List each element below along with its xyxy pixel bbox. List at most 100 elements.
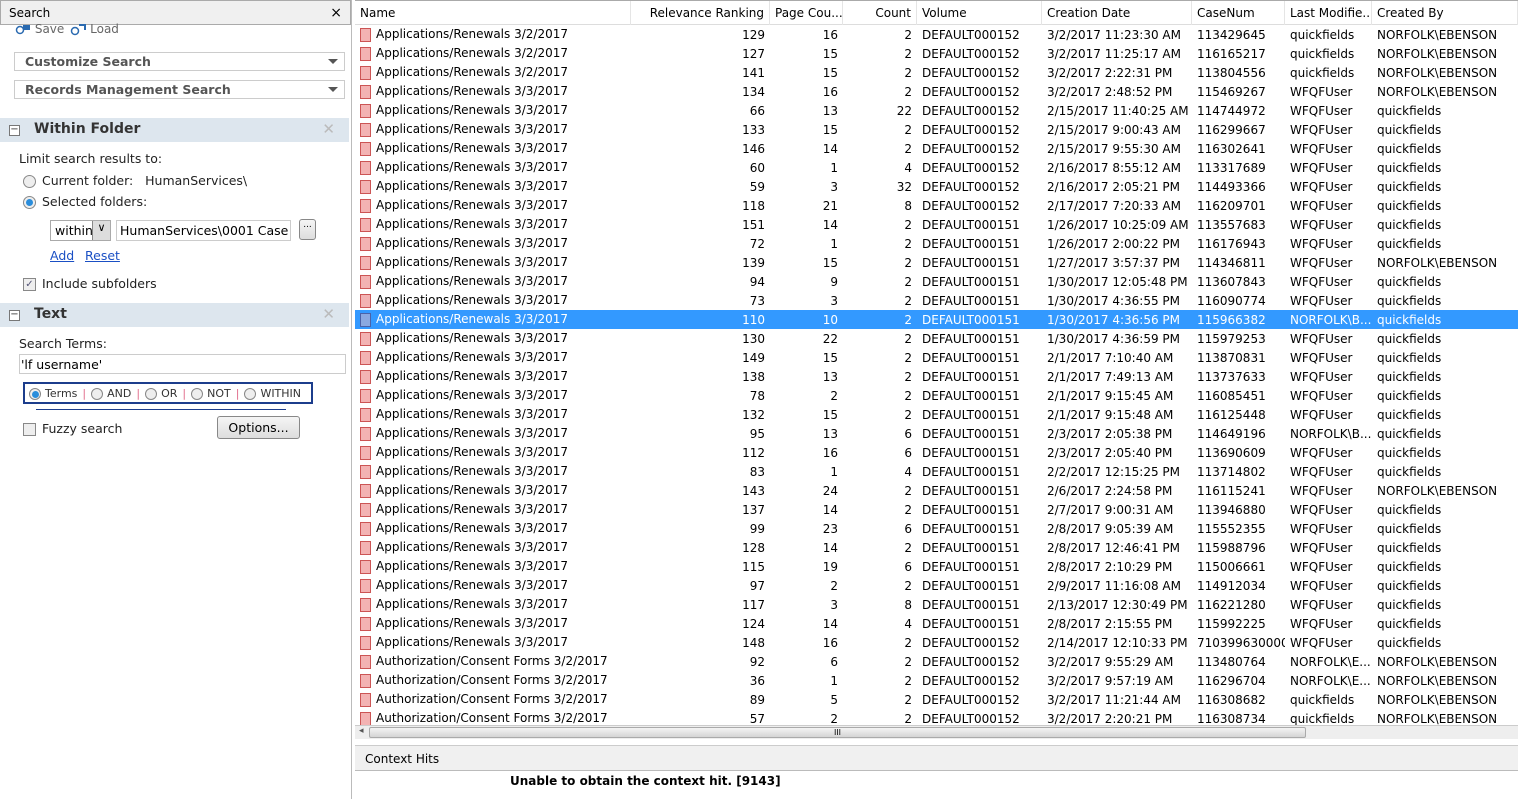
column-header-volume[interactable]: Volume: [917, 1, 1042, 25]
table-row[interactable]: Applications/Renewals 3/2/2017 129 16 2 DEFA…: [355, 25, 1518, 44]
op-or-radio[interactable]: OR: [145, 387, 177, 400]
cell-volume: DEFAULT000151: [922, 369, 1020, 384]
horizontal-scrollbar[interactable]: ◂ III: [355, 725, 1518, 739]
table-row[interactable]: Applications/Renewals 3/3/2017 128 14 2 DEFA…: [355, 538, 1518, 557]
column-header-count[interactable]: Count: [843, 1, 917, 25]
table-row[interactable]: Applications/Renewals 3/3/2017 78 2 2 DEFAUL…: [355, 386, 1518, 405]
table-row[interactable]: Applications/Renewals 3/3/2017 137 14 2 DEFA…: [355, 500, 1518, 519]
search-panel: Search × Save Load Customize Search Reco…: [0, 0, 352, 799]
column-header-casenum[interactable]: CaseNum: [1192, 1, 1285, 25]
table-row[interactable]: Applications/Renewals 3/3/2017 66 13 22 DEFA…: [355, 101, 1518, 120]
column-header-last-modified[interactable]: Last Modifie...: [1285, 1, 1372, 25]
folder-path-input[interactable]: HumanServices\0001 Case Re: [116, 220, 291, 241]
cell-created-by: quickfields: [1377, 217, 1442, 232]
reset-link[interactable]: Reset: [85, 248, 120, 263]
table-row[interactable]: Applications/Renewals 3/3/2017 146 14 2 DEFA…: [355, 139, 1518, 158]
table-row[interactable]: Applications/Renewals 3/3/2017 118 21 8 DEFA…: [355, 196, 1518, 215]
cell-created-by: quickfields: [1377, 445, 1442, 460]
table-row[interactable]: Applications/Renewals 3/3/2017 139 15 2 DEFA…: [355, 253, 1518, 272]
search-terms-input[interactable]: 'lf username': [19, 354, 346, 374]
save-button[interactable]: Save: [15, 22, 64, 36]
op-within-radio[interactable]: WITHIN: [244, 387, 301, 400]
scope-select[interactable]: within ∨: [50, 220, 111, 241]
table-row[interactable]: Applications/Renewals 3/3/2017 148 16 2 DEFA…: [355, 633, 1518, 652]
table-row[interactable]: Authorization/Consent Forms 3/2/2017 57 2 2…: [355, 709, 1518, 725]
close-icon[interactable]: ×: [330, 5, 342, 21]
current-folder-radio[interactable]: Current folder: HumanServices\: [23, 173, 247, 188]
cell-count: 6: [904, 426, 912, 441]
remove-section-icon[interactable]: ✕: [322, 120, 335, 138]
op-and-radio[interactable]: AND: [91, 387, 131, 400]
cell-casenum: 115992225: [1197, 616, 1266, 631]
table-row[interactable]: Authorization/Consent Forms 3/2/2017 89 5 2…: [355, 690, 1518, 709]
table-row[interactable]: Applications/Renewals 3/3/2017 115 19 6 DEFA…: [355, 557, 1518, 576]
table-row[interactable]: Applications/Renewals 3/3/2017 72 1 2 DEFAUL…: [355, 234, 1518, 253]
table-row[interactable]: Applications/Renewals 3/3/2017 143 24 2 DEFA…: [355, 481, 1518, 500]
table-row[interactable]: Applications/Renewals 3/3/2017 134 16 2 DEFA…: [355, 82, 1518, 101]
fuzzy-search-checkbox[interactable]: Fuzzy search: [23, 421, 122, 436]
op-terms-radio[interactable]: Terms: [29, 387, 77, 400]
column-header-created-by[interactable]: Created By: [1372, 1, 1518, 25]
table-row[interactable]: Applications/Renewals 3/3/2017 117 3 8 DEFAU…: [355, 595, 1518, 614]
op-not-radio[interactable]: NOT: [191, 387, 231, 400]
divider: [36, 409, 286, 410]
column-header-name[interactable]: Name: [355, 1, 631, 25]
cell-relevance-ranking: 110: [742, 312, 765, 327]
op-label: WITHIN: [260, 386, 302, 400]
table-row[interactable]: Applications/Renewals 3/3/2017 110 10 2 DEFA…: [355, 310, 1518, 329]
table-row[interactable]: Applications/Renewals 3/3/2017 94 9 2 DEFAUL…: [355, 272, 1518, 291]
browse-folder-button[interactable]: ...: [299, 219, 316, 240]
load-button[interactable]: Load: [70, 22, 119, 36]
add-folder-link[interactable]: Add: [50, 248, 74, 263]
include-subfolders-checkbox[interactable]: ✓ Include subfolders: [23, 276, 157, 291]
table-row[interactable]: Applications/Renewals 3/3/2017 99 23 6 DEFAU…: [355, 519, 1518, 538]
column-header-creation-date[interactable]: Creation Date: [1042, 1, 1192, 25]
remove-section-icon[interactable]: ✕: [322, 305, 335, 323]
cell-page-count: 1: [830, 673, 838, 688]
table-row[interactable]: Applications/Renewals 3/2/2017 127 15 2 DEFA…: [355, 44, 1518, 63]
table-row[interactable]: Applications/Renewals 3/3/2017 124 14 4 DEFA…: [355, 614, 1518, 633]
cell-creation-date: 2/15/2017 9:00:43 AM: [1047, 122, 1181, 137]
cell-last-modified: WFQFUser: [1290, 350, 1353, 365]
radio-icon: [191, 387, 204, 400]
cell-page-count: 1: [830, 160, 838, 175]
collapse-icon[interactable]: −: [9, 125, 20, 136]
table-row[interactable]: Applications/Renewals 3/3/2017 138 13 2 DEFA…: [355, 367, 1518, 386]
table-row[interactable]: Applications/Renewals 3/3/2017 73 3 2 DEFAUL…: [355, 291, 1518, 310]
cell-volume: DEFAULT000151: [922, 502, 1020, 517]
scrollbar-thumb[interactable]: III: [369, 727, 1306, 738]
table-row[interactable]: Applications/Renewals 3/3/2017 83 1 4 DEFAUL…: [355, 462, 1518, 481]
customize-search-dropdown[interactable]: Customize Search: [14, 52, 345, 71]
table-row[interactable]: Applications/Renewals 3/3/2017 133 15 2 DEFA…: [355, 120, 1518, 139]
radio-icon: [244, 387, 257, 400]
cell-casenum: 116125448: [1197, 407, 1266, 422]
scroll-left-icon[interactable]: ◂: [359, 726, 364, 736]
records-management-search-dropdown[interactable]: Records Management Search: [14, 80, 345, 99]
cell-relevance-ranking: 151: [742, 217, 765, 232]
cell-volume: DEFAULT000151: [922, 255, 1020, 270]
cell-name: Applications/Renewals 3/2/2017: [355, 27, 631, 42]
table-row[interactable]: Applications/Renewals 3/3/2017 130 22 2 DEFA…: [355, 329, 1518, 348]
table-row[interactable]: Authorization/Consent Forms 3/2/2017 36 1 2…: [355, 671, 1518, 690]
column-header-relevance-ranking[interactable]: Relevance Ranking: [631, 1, 770, 25]
cell-volume: DEFAULT000151: [922, 483, 1020, 498]
cell-volume: DEFAULT000152: [922, 46, 1020, 61]
table-row[interactable]: Applications/Renewals 3/3/2017 97 2 2 DEFAUL…: [355, 576, 1518, 595]
table-row[interactable]: Applications/Renewals 3/3/2017 151 14 2 DEFA…: [355, 215, 1518, 234]
table-row[interactable]: Applications/Renewals 3/3/2017 149 15 2 DEFA…: [355, 348, 1518, 367]
table-row[interactable]: Applications/Renewals 3/3/2017 132 15 2 DEFA…: [355, 405, 1518, 424]
radio-icon: [23, 175, 36, 188]
table-row[interactable]: Applications/Renewals 3/3/2017 112 16 6 DEFA…: [355, 443, 1518, 462]
options-button[interactable]: Options...: [217, 416, 300, 439]
table-row[interactable]: Authorization/Consent Forms 3/2/2017 92 6 2…: [355, 652, 1518, 671]
cell-count: 8: [904, 597, 912, 612]
cell-created-by: NORFOLK\EBENSON: [1377, 673, 1498, 688]
table-row[interactable]: Applications/Renewals 3/3/2017 95 13 6 DEFAU…: [355, 424, 1518, 443]
selected-folders-radio[interactable]: Selected folders:: [23, 194, 147, 209]
document-icon: [360, 65, 371, 80]
table-row[interactable]: Applications/Renewals 3/3/2017 59 3 32 DEFAU…: [355, 177, 1518, 196]
table-row[interactable]: Applications/Renewals 3/3/2017 60 1 4 DEFAUL…: [355, 158, 1518, 177]
column-header-page-count[interactable]: Page Cou...: [770, 1, 843, 25]
table-row[interactable]: Applications/Renewals 3/2/2017 141 15 2 DEFA…: [355, 63, 1518, 82]
collapse-icon[interactable]: −: [9, 310, 20, 321]
